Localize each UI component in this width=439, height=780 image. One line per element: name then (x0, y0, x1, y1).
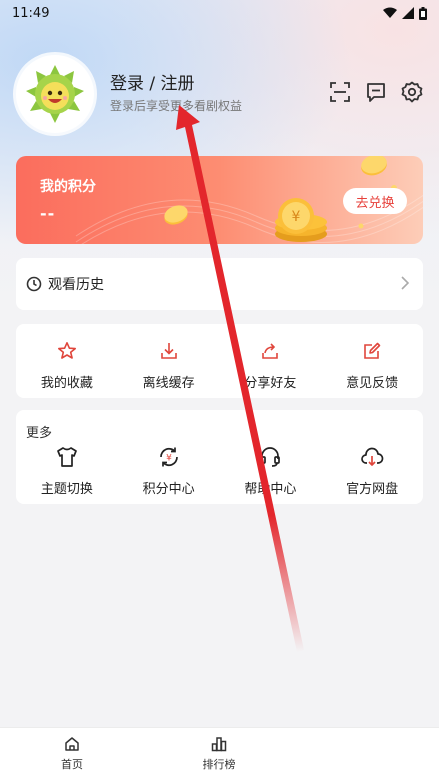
points-exchange-icon: ¥ (156, 444, 182, 470)
points-value: -- (40, 204, 56, 223)
svg-text:¥: ¥ (292, 209, 301, 225)
edit-icon (359, 338, 385, 364)
scan-icon[interactable] (329, 81, 351, 103)
official-cloud-label: 官方网盘 (346, 482, 399, 497)
battery-icon (419, 6, 427, 20)
home-icon (65, 737, 79, 751)
status-bar: 11:49 (0, 0, 439, 26)
tshirt-icon (54, 444, 80, 470)
help-center-button[interactable]: 帮助中心 (222, 444, 318, 497)
share-button[interactable]: 分享好友 (222, 338, 318, 391)
login-register-link[interactable]: 登录 / 注册 (110, 69, 195, 94)
tab-home[interactable]: 首页 (42, 736, 102, 772)
signal-icon (402, 7, 414, 19)
official-cloud-button[interactable]: 官方网盘 (324, 444, 420, 497)
theme-switch-label: 主题切换 (40, 482, 93, 497)
points-center-label: 积分中心 (142, 482, 195, 497)
help-center-label: 帮助中心 (244, 482, 297, 497)
cloud-download-icon (359, 444, 385, 470)
star-icon (54, 338, 80, 364)
clock-icon (26, 276, 42, 292)
gear-icon[interactable] (401, 81, 423, 103)
share-icon (257, 338, 283, 364)
watch-history-label: 观看历史 (48, 277, 104, 293)
feedback-label: 意见反馈 (346, 376, 399, 391)
theme-switch-button[interactable]: 主题切换 (19, 444, 115, 497)
points-title: 我的积分 (40, 179, 96, 195)
ranking-icon (211, 737, 227, 752)
share-label: 分享好友 (244, 376, 297, 391)
header-background (0, 0, 439, 300)
wifi-icon (383, 7, 397, 18)
points-center-button[interactable]: ¥ 积分中心 (121, 444, 217, 497)
offline-cache-label: 离线缓存 (142, 376, 195, 391)
chevron-right-icon (401, 276, 409, 290)
status-time: 11:49 (12, 5, 50, 21)
tab-home-label: 首页 (61, 758, 83, 771)
tab-ranking-label: 排行榜 (202, 758, 236, 771)
points-card: 我的积分 -- ¥ 去兑换 (16, 156, 423, 244)
more-card: 更多 主题切换 ¥ 积分中心 帮助中心 官方网盘 (16, 410, 423, 504)
redeem-button[interactable]: 去兑换 (343, 188, 407, 214)
watch-history-row[interactable]: 观看历史 (16, 258, 423, 310)
quick-actions-card: 我的收藏 离线缓存 分享好友 意见反馈 (16, 324, 423, 398)
avatar[interactable] (16, 55, 94, 133)
favorites-label: 我的收藏 (40, 376, 93, 391)
durian-mascot-icon (26, 65, 84, 123)
bottom-tab-bar: 首页 排行榜 (0, 727, 439, 780)
headset-icon (257, 444, 283, 470)
status-icons (383, 6, 427, 20)
message-icon[interactable] (365, 81, 387, 103)
feedback-button[interactable]: 意见反馈 (324, 338, 420, 391)
more-title: 更多 (26, 426, 53, 441)
top-actions (329, 81, 423, 103)
offline-cache-button[interactable]: 离线缓存 (121, 338, 217, 391)
svg-text:¥: ¥ (166, 454, 172, 464)
download-icon (156, 338, 182, 364)
login-benefit-text: 登录后享受更多看剧权益 (110, 99, 243, 113)
profile-section: 登录 / 注册 登录后享受更多看剧权益 (16, 55, 423, 135)
tab-ranking[interactable]: 排行榜 (189, 736, 249, 772)
favorites-button[interactable]: 我的收藏 (19, 338, 115, 391)
